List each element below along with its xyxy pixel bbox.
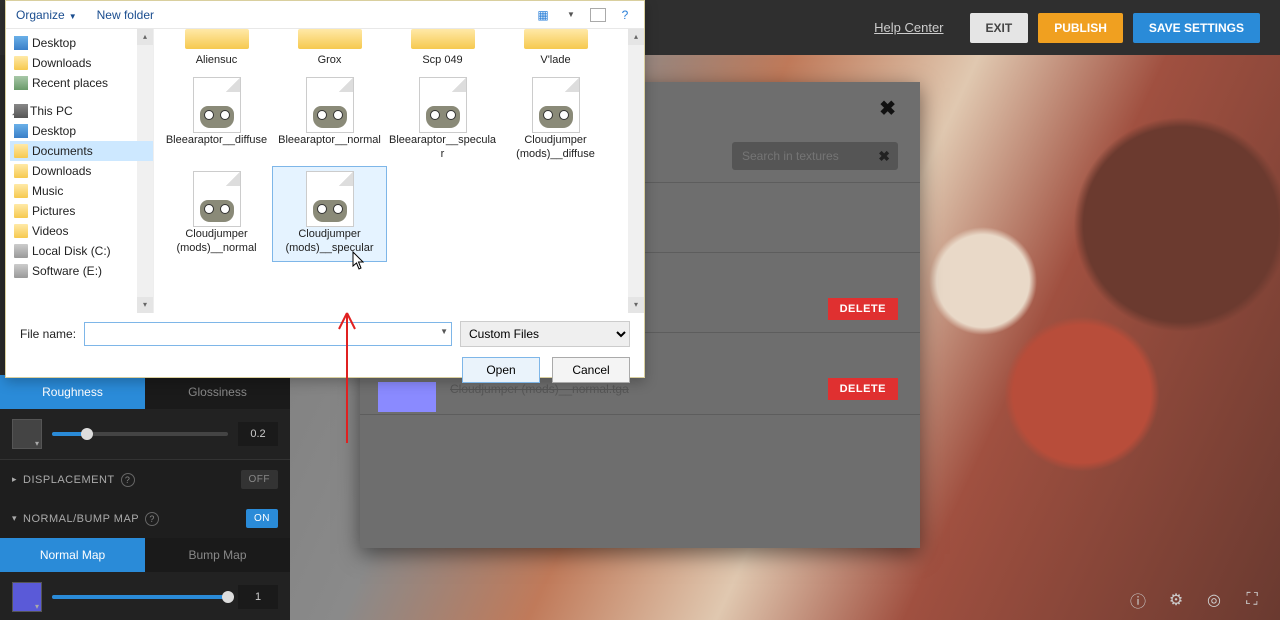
roughness-slider[interactable] (52, 432, 228, 436)
organize-menu[interactable]: Organize▼ (16, 8, 77, 22)
material-side-panel: Roughness Glossiness ▾ 0.2 ▸DISPLACEMENT… (0, 375, 290, 620)
folder-item[interactable]: Grox (273, 29, 386, 73)
roughness-value[interactable]: 0.2 (238, 422, 278, 446)
folder-item[interactable]: Scp 049 (386, 29, 499, 73)
dialog-toolbar: Organize▼ New folder ▦ ▼ ? (6, 1, 644, 29)
file-open-dialog: Organize▼ New folder ▦ ▼ ? ▴▾ Desktop Do… (5, 0, 645, 378)
tab-normal-map[interactable]: Normal Map (0, 538, 145, 572)
nav-local-disk-c[interactable]: Local Disk (C:) (10, 241, 153, 261)
camera-icon[interactable]: ◎ (1204, 590, 1224, 610)
help-icon[interactable]: ? (145, 512, 159, 526)
cancel-button[interactable]: Cancel (552, 357, 630, 383)
folder-item[interactable]: V'lade (499, 29, 612, 73)
tab-bump-map[interactable]: Bump Map (145, 538, 290, 572)
nav-this-pc[interactable]: ◢This PC (10, 101, 153, 121)
normal-bump-label: NORMAL/BUMP MAP (23, 513, 139, 525)
view-mode-icon[interactable]: ▦ (534, 6, 552, 24)
file-item[interactable]: Bleearaptor__normal (273, 73, 386, 167)
dialog-nav-tree: ▴▾ Desktop Downloads Recent places ◢This… (6, 29, 154, 313)
section-normal-bump[interactable]: ▾NORMAL/BUMP MAP? ON (0, 499, 290, 538)
texture-search-input[interactable] (732, 142, 898, 170)
normal-bump-toggle[interactable]: ON (246, 509, 278, 528)
nav-pc-documents[interactable]: Documents (10, 141, 153, 161)
filename-label: File name: (20, 327, 76, 341)
file-filter-select[interactable]: Custom Files (460, 321, 630, 347)
help-icon[interactable]: ? (616, 6, 634, 24)
normal-value[interactable]: 1 (238, 585, 278, 609)
publish-button[interactable]: PUBLISH (1038, 13, 1123, 43)
file-item[interactable]: Bleearaptor__specular (386, 73, 499, 167)
exit-button[interactable]: EXIT (970, 13, 1029, 43)
settings-icon[interactable]: ⚙ (1166, 590, 1186, 610)
delete-texture-button[interactable]: DELETE (828, 298, 898, 320)
files-scrollbar[interactable]: ▴▾ (628, 29, 644, 313)
normal-swatch[interactable]: ▾ (12, 582, 42, 612)
nav-pc-downloads[interactable]: Downloads (10, 161, 153, 181)
nav-software-e[interactable]: Software (E:) (10, 261, 153, 281)
normal-slider[interactable] (52, 595, 228, 599)
displacement-toggle[interactable]: OFF (241, 470, 279, 489)
dialog-file-grid: ▴▾ Aliensuc Grox Scp 049 V'lade Bleearap… (154, 29, 644, 313)
help-icon[interactable]: ? (121, 473, 135, 487)
filename-dropdown-icon[interactable]: ▼ (440, 327, 448, 336)
filename-input[interactable] (84, 322, 452, 346)
preview-pane-icon[interactable] (590, 8, 606, 22)
nav-downloads[interactable]: Downloads (10, 53, 153, 73)
nav-pc-videos[interactable]: Videos (10, 221, 153, 241)
nav-pc-pictures[interactable]: Pictures (10, 201, 153, 221)
section-displacement[interactable]: ▸DISPLACEMENT? OFF (0, 460, 290, 499)
file-item[interactable]: Bleearaptor__diffuse (160, 73, 273, 167)
clear-search-icon[interactable]: ✖ (878, 148, 890, 165)
nav-desktop[interactable]: Desktop (10, 33, 153, 53)
folder-item[interactable]: Aliensuc (160, 29, 273, 73)
save-settings-button[interactable]: SAVE SETTINGS (1133, 13, 1260, 43)
delete-texture-button[interactable]: DELETE (828, 378, 898, 400)
nav-pc-music[interactable]: Music (10, 181, 153, 201)
file-item-selected[interactable]: Cloudjumper (mods)__specular (273, 167, 386, 261)
close-icon[interactable]: ✖ (879, 96, 896, 121)
nav-recent[interactable]: Recent places (10, 73, 153, 93)
file-item[interactable]: Cloudjumper (mods)__diffuse (499, 73, 612, 167)
open-button[interactable]: Open (462, 357, 540, 383)
nav-pc-desktop[interactable]: Desktop (10, 121, 153, 141)
displacement-label: DISPLACEMENT (23, 474, 115, 486)
viewport-tools: ⓘ ⚙ ◎ ⛶ (1128, 590, 1262, 610)
new-folder-button[interactable]: New folder (97, 8, 154, 22)
info-icon[interactable]: ⓘ (1128, 590, 1148, 610)
view-dropdown-icon[interactable]: ▼ (562, 6, 580, 24)
roughness-swatch[interactable]: ▾ (12, 419, 42, 449)
file-item[interactable]: Cloudjumper (mods)__normal (160, 167, 273, 261)
fullscreen-icon[interactable]: ⛶ (1242, 590, 1262, 610)
help-center-link[interactable]: Help Center (874, 20, 943, 35)
